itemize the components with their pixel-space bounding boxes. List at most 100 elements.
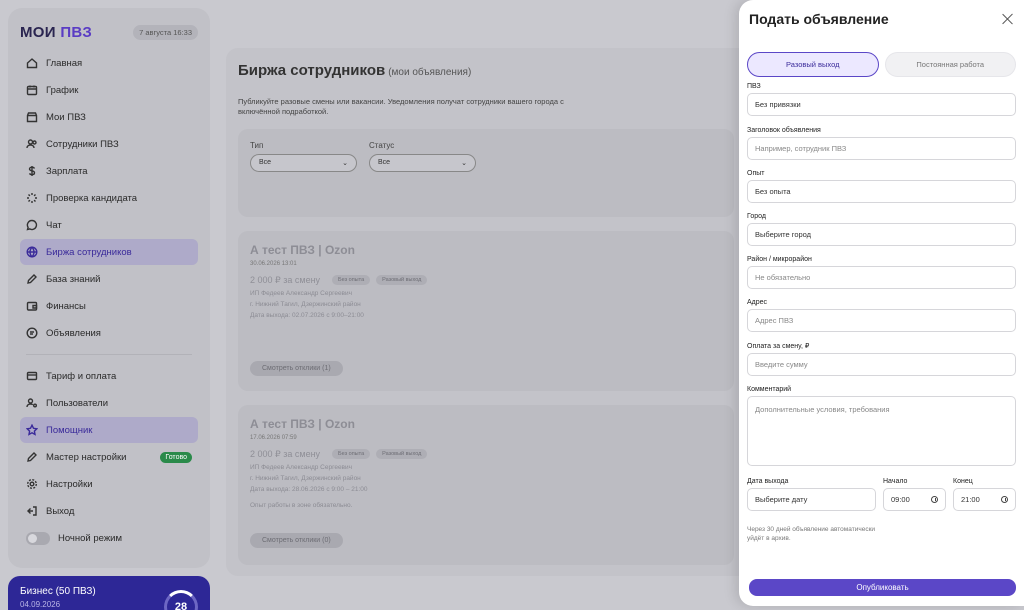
post-tag: Без опыта — [332, 449, 371, 459]
sidebar-item-users[interactable]: Пользователи — [20, 390, 198, 416]
pay-input[interactable]: Введите сумму — [747, 353, 1016, 376]
publish-button[interactable]: Опубликовать — [749, 579, 1016, 596]
view-responses-button[interactable]: Смотреть отклики (1) — [250, 360, 343, 376]
type-select[interactable]: Все ⌄ — [250, 153, 357, 172]
create-ad-panel: Подать объявление Разовый выход Постоянн… — [739, 0, 1024, 606]
post-tag: Без опыта — [332, 275, 371, 285]
status-select[interactable]: Все ⌄ — [369, 153, 476, 172]
filter-card: Тип Все ⌄ Статус Все ⌄ — [238, 128, 734, 217]
sidebar-item-settings[interactable]: Настройки — [20, 471, 198, 497]
sidebar-item-salary[interactable]: Зарплата — [20, 158, 198, 184]
sidebar-item-announcements[interactable]: Объявления — [20, 320, 198, 346]
sidebar-item-label: График — [46, 84, 79, 96]
sidebar-item-label: Главная — [46, 57, 83, 69]
post-tag: Разовый выход — [376, 449, 428, 459]
start-time-input[interactable]: 09:00 — [883, 488, 946, 511]
logo-accent: ПВЗ — [60, 23, 93, 41]
sidebar-item-knowledge[interactable]: База знаний — [20, 266, 198, 292]
type-select-value: Все — [259, 159, 272, 166]
start-group: Начало 09:00 — [883, 472, 946, 511]
date-badge: 7 августа 16:33 — [133, 24, 198, 40]
sidebar-item-my-pvz[interactable]: Мои ПВЗ — [20, 104, 198, 130]
ad-form: ПВЗ Без привязки Заголовок объявления На… — [747, 83, 1016, 543]
end-time-value: 21:00 — [961, 495, 980, 504]
sidebar-item-label: Настройки — [46, 478, 93, 490]
post-tag: Разовый выход — [376, 275, 428, 285]
address-input[interactable]: Адрес ПВЗ — [747, 309, 1016, 332]
page-title-text: Биржа сотрудников — [238, 62, 386, 79]
post-card: А тест ПВЗ | Ozon 17.06.2026 07:59 2 000… — [238, 404, 734, 565]
close-icon[interactable] — [1002, 13, 1014, 25]
pay-label: Оплата за смену, ₽ — [747, 343, 810, 350]
post-price: 2 000 ₽ за смену — [250, 274, 321, 285]
users-icon — [26, 139, 37, 149]
clock-icon — [931, 496, 938, 503]
sidebar-item-staff[interactable]: Сотрудники ПВЗ — [20, 131, 198, 157]
district-input[interactable]: Не обязательно — [747, 266, 1016, 289]
post-line: Опыт работы в зоне обязательно. — [250, 501, 353, 509]
experience-label: Опыт — [747, 170, 765, 177]
pencil-icon — [27, 274, 37, 284]
sidebar-item-home[interactable]: Главная — [20, 50, 198, 76]
logo[interactable]: МОИ ПВЗ — [20, 24, 92, 41]
post-price: 2 000 ₽ за смену — [250, 448, 321, 459]
sidebar-item-label: Мои ПВЗ — [46, 111, 86, 123]
sidebar-item-label: Сотрудники ПВЗ — [46, 138, 119, 150]
view-responses-button[interactable]: Смотреть отклики (0) — [250, 532, 343, 548]
store-icon — [26, 112, 38, 123]
sidebar-item-label: Проверка кандидата — [46, 192, 138, 204]
post-line: Дата выхода: 02.07.2026 с 9:00–21:00 — [250, 311, 364, 319]
end-time-input[interactable]: 21:00 — [953, 488, 1016, 511]
spinner-icon — [27, 193, 37, 203]
type-filter: Тип Все ⌄ — [250, 141, 357, 205]
sidebar-item-label: Мастер настройки — [46, 451, 127, 463]
sidebar-item-label: Объявления — [46, 327, 101, 339]
sidebar-item-chat[interactable]: Чат — [20, 212, 198, 238]
sidebar-item-exchange[interactable]: Биржа сотрудников — [20, 239, 198, 265]
comment-label: Комментарий — [747, 386, 792, 393]
status-select-value: Все — [378, 159, 391, 166]
sidebar-item-finance[interactable]: Финансы — [20, 293, 198, 319]
post-title: А тест ПВЗ | Ozon — [250, 416, 355, 431]
clock-icon — [1001, 496, 1008, 503]
comment-textarea[interactable]: Дополнительные условия, требования — [747, 396, 1016, 466]
sidebar-item-setup-wizard[interactable]: Мастер настройки Готово — [20, 444, 198, 470]
night-mode-toggle[interactable] — [26, 531, 50, 545]
ad-type-tabs: Разовый выход Постоянная работа — [747, 52, 1016, 77]
post-title: А тест ПВЗ | Ozon — [250, 242, 355, 257]
plan-card[interactable]: Бизнес (50 ПВЗ) 04.09.2026 28 — [8, 576, 210, 610]
ad-title-input[interactable]: Например, сотрудник ПВЗ — [747, 137, 1016, 160]
post-card: А тест ПВЗ | Ozon 30.06.2026 13:01 2 000… — [238, 230, 734, 391]
chevron-down-icon: ⌄ — [342, 159, 348, 167]
sidebar-item-label: Финансы — [46, 300, 86, 312]
type-filter-label: Тип — [250, 140, 264, 150]
pvz-label: ПВЗ — [747, 83, 761, 90]
city-select[interactable]: Выберите город — [747, 223, 1016, 246]
experience-select[interactable]: Без опыта — [747, 180, 1016, 203]
pencil-icon — [27, 452, 37, 462]
sidebar-item-schedule[interactable]: График — [20, 77, 198, 103]
date-input[interactable]: Выберите дату — [747, 488, 876, 511]
dollar-icon — [28, 166, 36, 176]
sidebar-item-label: Пользователи — [46, 397, 109, 409]
sidebar-item-logout[interactable]: Выход — [20, 498, 198, 524]
page-description: Публикуйте разовые смены или вакансии. У… — [238, 97, 564, 116]
tab-one-time[interactable]: Разовый выход — [747, 52, 879, 77]
page-title: Биржа сотрудников (мои объявления) — [238, 62, 734, 79]
post-line: Дата выхода: 28.06.2026 с 9:00 – 21:00 — [250, 485, 368, 493]
sidebar-item-label: Помощник — [46, 424, 93, 436]
user-settings-icon — [26, 398, 37, 408]
pvz-select[interactable]: Без привязки — [747, 93, 1016, 116]
page-subtitle: (мои объявления) — [388, 67, 472, 78]
night-mode-row: Ночной режим — [20, 525, 198, 551]
sidebar-item-label: Тариф и оплата — [46, 370, 117, 382]
sidebar-item-assistant[interactable]: Помощник — [20, 417, 198, 443]
sidebar-item-tariff[interactable]: Тариф и оплата — [20, 363, 198, 389]
tab-permanent[interactable]: Постоянная работа — [884, 52, 1016, 77]
logout-icon — [27, 506, 37, 516]
status-filter: Статус Все ⌄ — [369, 141, 476, 205]
sidebar-item-label: Зарплата — [46, 165, 88, 177]
megaphone-icon — [26, 327, 38, 339]
sidebar-item-candidate-check[interactable]: Проверка кандидата — [20, 185, 198, 211]
card-icon — [26, 371, 38, 381]
